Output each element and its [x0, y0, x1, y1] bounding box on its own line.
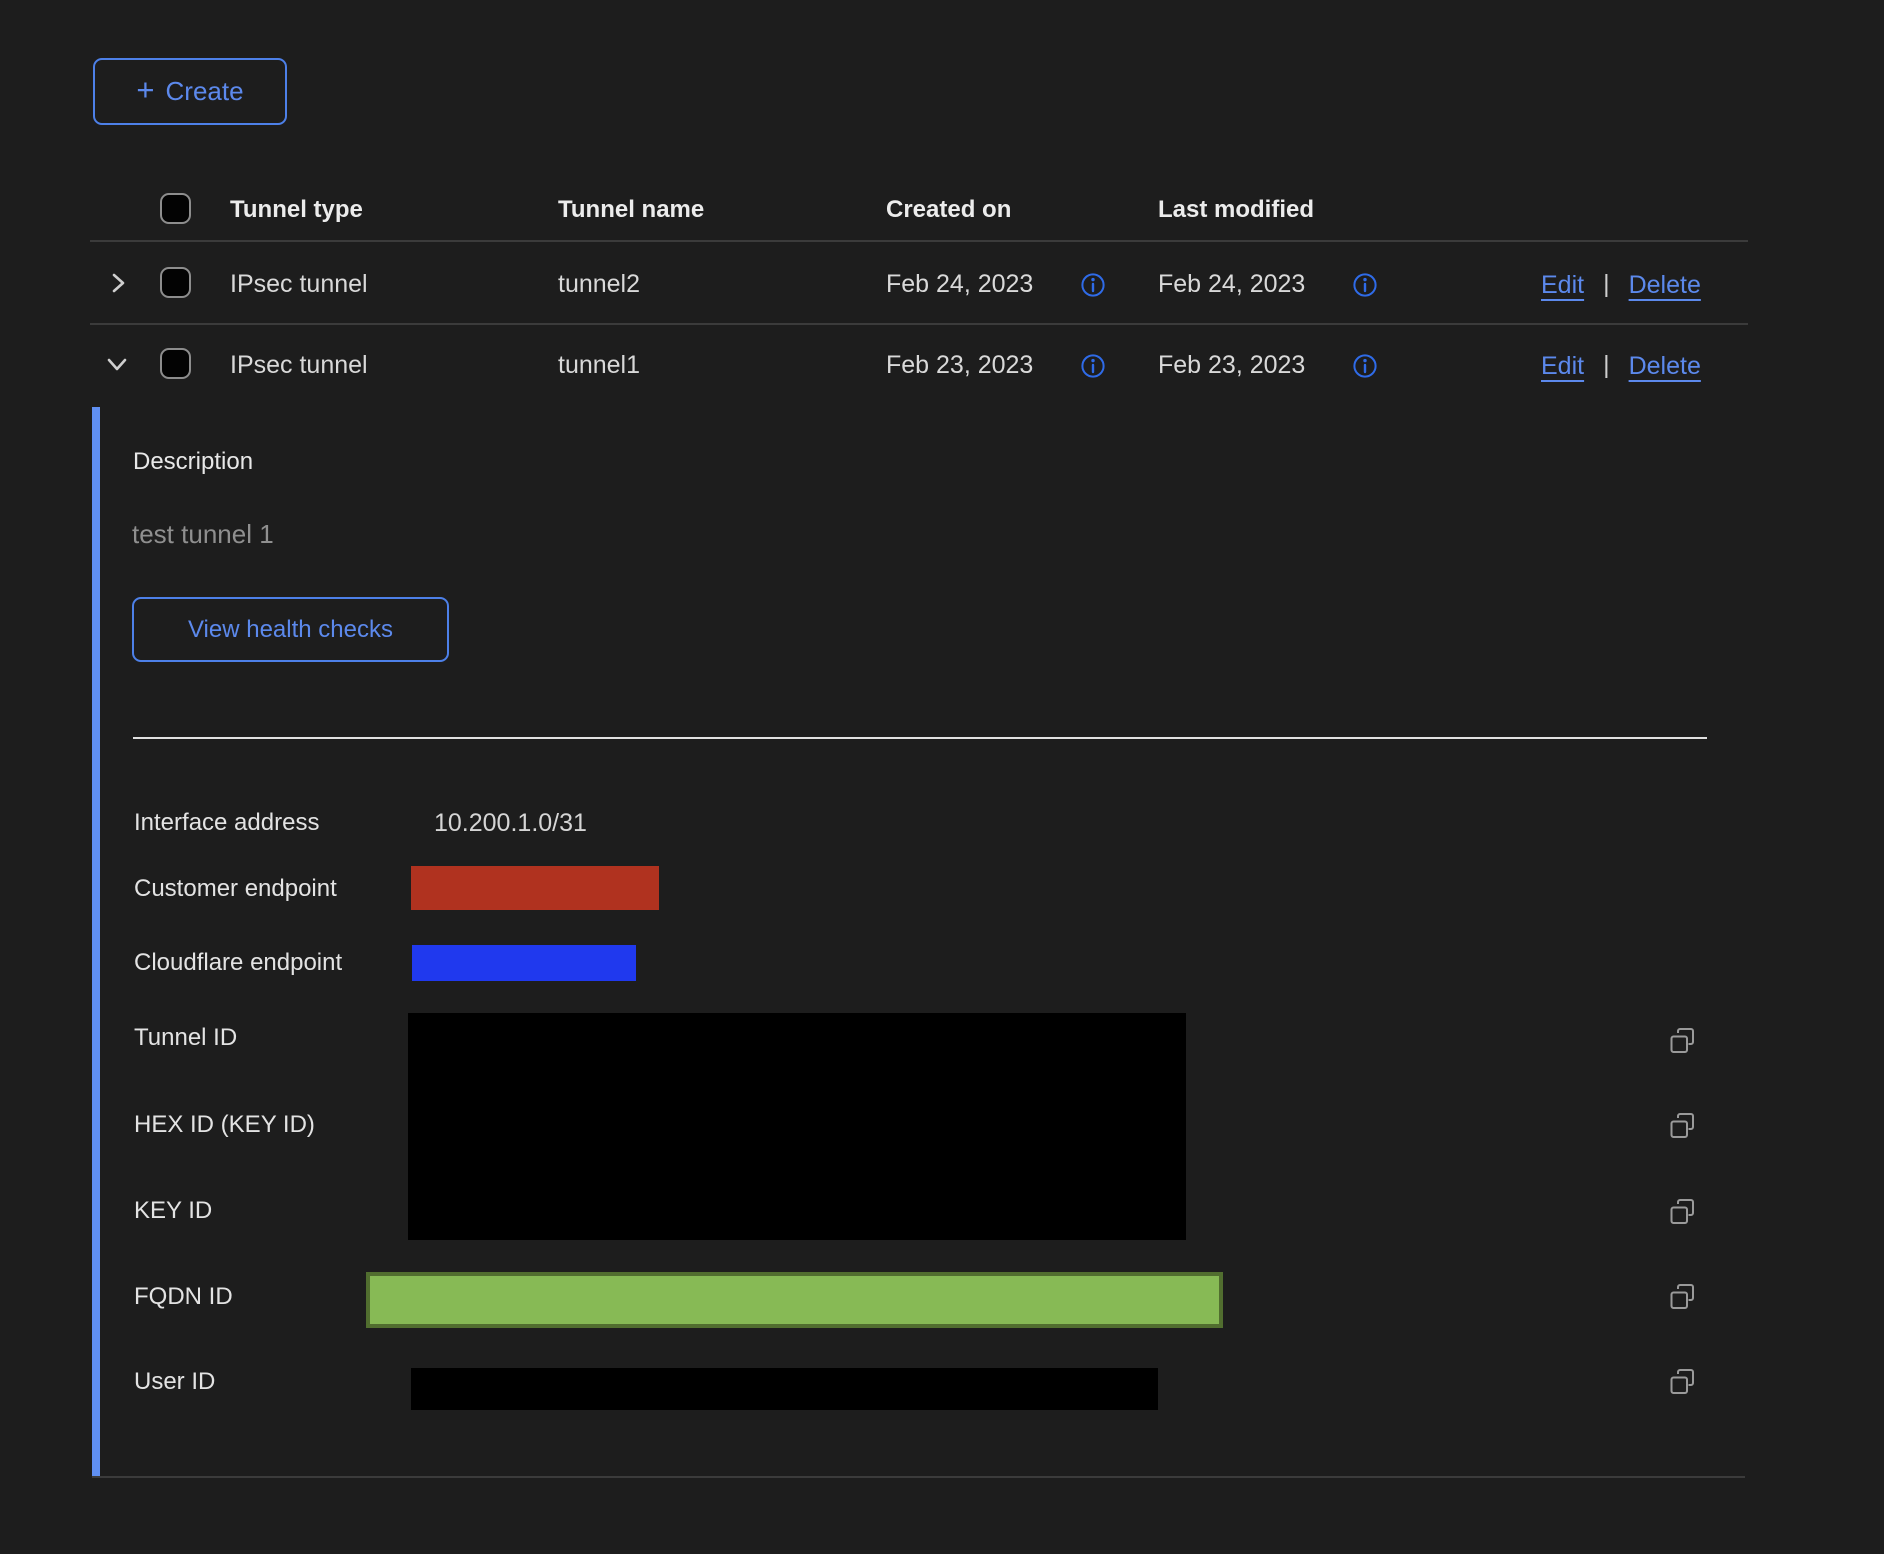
last-modified-cell: Feb 23, 2023: [1158, 351, 1305, 379]
customer-endpoint-redacted-value: [411, 866, 659, 910]
tunnel-name-cell: tunnel1: [558, 351, 640, 379]
user-id-label: User ID: [134, 1368, 215, 1396]
column-header-tunnel-name: Tunnel name: [558, 196, 704, 224]
fqdn-id-label: FQDN ID: [134, 1283, 233, 1311]
created-on-cell: Feb 24, 2023: [886, 270, 1033, 298]
tunnel-type-cell: IPsec tunnel: [230, 270, 368, 298]
interface-address-label: Interface address: [134, 809, 319, 837]
column-header-tunnel-type: Tunnel type: [230, 196, 363, 224]
delete-link-tunnel2[interactable]: Delete: [1629, 271, 1701, 299]
row-divider: [90, 323, 1748, 325]
delete-link-tunnel1[interactable]: Delete: [1629, 352, 1701, 380]
last-modified-cell: Feb 24, 2023: [1158, 270, 1305, 298]
plus-icon: +: [136, 72, 154, 108]
key-id-label: KEY ID: [134, 1197, 212, 1225]
panel-bottom-divider: [92, 1476, 1745, 1478]
tunnel-type-cell: IPsec tunnel: [230, 351, 368, 379]
create-button-label: Create: [166, 76, 244, 107]
tunnel-name-cell: tunnel2: [558, 270, 640, 298]
info-icon[interactable]: [1080, 353, 1106, 379]
interface-address-value: 10.200.1.0/31: [434, 809, 587, 837]
edit-link-tunnel1[interactable]: Edit: [1541, 352, 1584, 380]
chevron-down-icon[interactable]: [101, 349, 133, 379]
customer-endpoint-label: Customer endpoint: [134, 875, 337, 903]
tunnel-id-label: Tunnel ID: [134, 1024, 237, 1052]
section-divider: [133, 737, 1707, 739]
expanded-row-accent-bar: [92, 407, 100, 1477]
created-on-cell: Feb 23, 2023: [886, 351, 1033, 379]
header-divider: [90, 240, 1748, 242]
info-icon[interactable]: [1080, 272, 1106, 298]
copy-icon-hex-id[interactable]: [1666, 1110, 1698, 1142]
hex-id-label: HEX ID (KEY ID): [134, 1111, 315, 1139]
tunnels-page: + Create Tunnel type Tunnel name Created…: [0, 0, 1884, 1554]
select-all-checkbox[interactable]: [160, 193, 191, 224]
view-health-checks-label: View health checks: [188, 616, 393, 644]
tunnel-hex-key-id-redacted-values: [408, 1013, 1186, 1240]
description-value: test tunnel 1: [132, 519, 274, 550]
info-icon[interactable]: [1352, 272, 1378, 298]
edit-link-tunnel2[interactable]: Edit: [1541, 271, 1584, 299]
column-header-last-modified: Last modified: [1158, 196, 1314, 224]
copy-icon-tunnel-id[interactable]: [1666, 1025, 1698, 1057]
description-label: Description: [133, 448, 253, 476]
fqdn-id-redacted-value: [366, 1272, 1223, 1328]
row-checkbox-tunnel1[interactable]: [160, 348, 191, 379]
create-button[interactable]: + Create: [93, 58, 287, 125]
info-icon[interactable]: [1352, 353, 1378, 379]
action-separator: |: [1603, 351, 1610, 380]
copy-icon-user-id[interactable]: [1666, 1366, 1698, 1398]
chevron-right-icon[interactable]: [103, 268, 133, 298]
cloudflare-endpoint-redacted-value: [412, 945, 636, 981]
copy-icon-fqdn-id[interactable]: [1666, 1281, 1698, 1313]
user-id-redacted-value: [411, 1368, 1158, 1410]
copy-icon-key-id[interactable]: [1666, 1196, 1698, 1228]
view-health-checks-button[interactable]: View health checks: [132, 597, 449, 662]
action-separator: |: [1603, 270, 1610, 299]
row-checkbox-tunnel2[interactable]: [160, 267, 191, 298]
column-header-created-on: Created on: [886, 196, 1011, 224]
cloudflare-endpoint-label: Cloudflare endpoint: [134, 949, 342, 977]
